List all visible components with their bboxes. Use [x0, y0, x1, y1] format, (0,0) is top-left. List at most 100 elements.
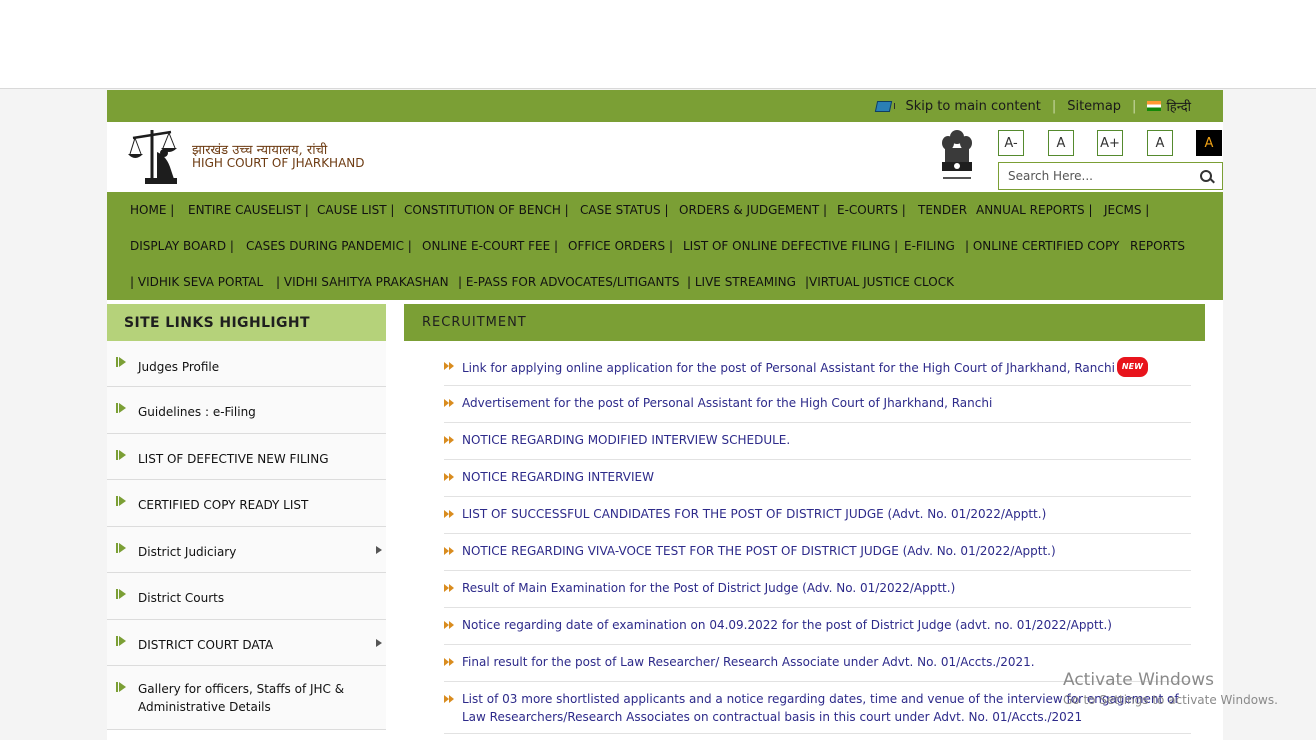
font-size-normal-button[interactable]: A [1048, 130, 1074, 156]
sitemap-link[interactable]: Sitemap [1067, 99, 1121, 114]
recruitment-item[interactable]: NOTICE REGARDING VIVA-VOCE TEST FOR THE … [444, 542, 1191, 571]
hindi-language-link[interactable]: हिन्दी [1166, 97, 1191, 115]
bullet-icon [116, 682, 126, 692]
sidebar-item-defective-new-filing[interactable]: LIST OF DEFECTIVE NEW FILING [107, 434, 386, 480]
screen-reader-icon [874, 99, 896, 113]
recruitment-link[interactable]: Result of Main Examination for the Post … [462, 579, 1187, 597]
double-arrow-icon [444, 399, 454, 407]
double-arrow-icon [444, 695, 454, 703]
site-header: झारखंड उच्च न्यायालय, रांची HIGH COURT O… [107, 122, 1223, 192]
nav-jecms[interactable]: JECMS | [1104, 203, 1149, 217]
recruitment-link[interactable]: Link for applying online application for… [462, 357, 1187, 377]
double-arrow-icon [444, 362, 454, 370]
utility-links: Skip to main content | Sitemap | हिन्दी [874, 97, 1191, 115]
font-size-decrease-button[interactable]: A- [998, 130, 1024, 156]
recruitment-item[interactable]: Notice regarding date of examination on … [444, 616, 1191, 645]
sidebar-item-label: District Courts [138, 591, 225, 605]
double-arrow-icon [444, 658, 454, 666]
new-badge: NEW [1116, 357, 1148, 377]
recruitment-link[interactable]: Notice regarding date of examination on … [462, 616, 1187, 634]
nav-e-pass[interactable]: | E-PASS FOR ADVOCATES/LITIGANTS [458, 275, 679, 289]
recruitment-link[interactable]: NOTICE REGARDING VIVA-VOCE TEST FOR THE … [462, 542, 1187, 560]
sidebar-item-certified-copy-ready[interactable]: CERTIFIED COPY READY LIST [107, 480, 386, 527]
double-arrow-icon [444, 621, 454, 629]
nav-annual-reports[interactable]: ANNUAL REPORTS | [976, 203, 1093, 217]
bullet-icon [116, 543, 126, 553]
recruitment-title: RECRUITMENT [404, 304, 1205, 341]
recruitment-link[interactable]: NOTICE REGARDING MODIFIED INTERVIEW SCHE… [462, 431, 1187, 449]
high-contrast-button[interactable]: A [1196, 130, 1222, 156]
nav-case-status[interactable]: CASE STATUS | [580, 203, 668, 217]
watermark-title: Activate Windows [1063, 670, 1214, 690]
search-input[interactable] [999, 164, 1200, 188]
activate-windows-watermark: Activate Windows Go to Settings to activ… [1063, 670, 1278, 707]
sidebar-item-judges-profile[interactable]: Judges Profile [107, 341, 386, 387]
nav-display-board[interactable]: DISPLAY BOARD | [130, 239, 234, 253]
submenu-arrow-icon[interactable] [376, 546, 382, 554]
recruitment-item[interactable]: Result of Main Examination for the Post … [444, 579, 1191, 608]
nav-vidhik-seva-portal[interactable]: | VIDHIK SEVA PORTAL [130, 275, 263, 289]
nav-vidhi-sahitya-prakashan[interactable]: | VIDHI SAHITYA PRAKASHAN [276, 275, 449, 289]
recruitment-link[interactable]: Final result for the post of Law Researc… [462, 653, 1187, 671]
nav-online-defective-filing[interactable]: LIST OF ONLINE DEFECTIVE FILING | [683, 239, 898, 253]
recruitment-item[interactable]: NOTICE REGARDING INTERVIEW [444, 468, 1191, 497]
nav-office-orders[interactable]: OFFICE ORDERS | [568, 239, 673, 253]
recruitment-item[interactable]: LIST OF SUCCESSFUL CANDIDATES FOR THE PO… [444, 505, 1191, 534]
nav-cause-list[interactable]: CAUSE LIST | [317, 203, 394, 217]
sidebar-item-label: Guidelines : e-Filing [138, 405, 256, 419]
recruitment-item[interactable]: Advertisement for the post of Personal A… [444, 394, 1191, 423]
submenu-arrow-icon[interactable] [376, 639, 382, 647]
recruitment-link[interactable]: NOTICE REGARDING INTERVIEW [462, 468, 1187, 486]
nav-home[interactable]: HOME | [130, 203, 174, 217]
scales-of-justice-logo[interactable] [127, 126, 183, 186]
sidebar-item-district-court-data[interactable]: DISTRICT COURT DATA [107, 620, 386, 666]
india-flag-icon [1147, 101, 1162, 111]
sidebar-item-label: District Judiciary [138, 545, 237, 559]
double-arrow-icon [444, 510, 454, 518]
search-box [998, 162, 1223, 190]
recruitment-item[interactable]: NOTICE REGARDING MODIFIED INTERVIEW SCHE… [444, 431, 1191, 460]
nav-entire-causelist[interactable]: ENTIRE CAUSELIST | [188, 203, 309, 217]
nav-virtual-justice-clock[interactable]: |VIRTUAL JUSTICE CLOCK [805, 275, 954, 289]
skip-to-main-content-link[interactable]: Skip to main content [905, 99, 1040, 114]
nav-live-streaming[interactable]: | LIVE STREAMING [687, 275, 796, 289]
utility-bar: Skip to main content | Sitemap | हिन्दी [107, 90, 1223, 122]
national-emblem-icon [942, 130, 972, 179]
recruitment-link[interactable]: LIST OF SUCCESSFUL CANDIDATES FOR THE PO… [462, 505, 1187, 523]
recruitment-link[interactable]: Advertisement for the post of Personal A… [462, 394, 1187, 412]
court-title-english: HIGH COURT OF JHARKHAND [192, 156, 365, 170]
double-arrow-icon [444, 436, 454, 444]
site-container: Skip to main content | Sitemap | हिन्दी … [107, 90, 1223, 740]
nav-e-filing[interactable]: E-FILING [904, 239, 955, 253]
sidebar-item-district-judiciary[interactable]: District Judiciary [107, 527, 386, 573]
normal-contrast-button[interactable]: A [1147, 130, 1173, 156]
bullet-icon [116, 589, 126, 599]
nav-tender[interactable]: TENDER [918, 203, 967, 217]
font-size-increase-button[interactable]: A+ [1097, 130, 1123, 156]
main-navigation: HOME | ENTIRE CAUSELIST | CAUSE LIST | C… [107, 192, 1223, 300]
nav-reports[interactable]: REPORTS [1130, 239, 1185, 253]
nav-orders-judgement[interactable]: ORDERS & JUDGEMENT | [679, 203, 827, 217]
nav-e-courts[interactable]: E-COURTS | [837, 203, 906, 217]
bullet-icon [116, 450, 126, 460]
double-arrow-icon [444, 547, 454, 555]
sidebar-item-district-courts[interactable]: District Courts [107, 573, 386, 620]
watermark-subtitle: Go to Settings to activate Windows. [1063, 693, 1278, 707]
double-arrow-icon [444, 473, 454, 481]
sidebar-title: SITE LINKS HIGHLIGHT [107, 304, 386, 341]
sidebar-item-gallery[interactable]: Gallery for officers, Staffs of JHC & Ad… [107, 666, 386, 730]
sidebar-item-label: LIST OF DEFECTIVE NEW FILING [138, 452, 329, 466]
bullet-icon [116, 403, 126, 413]
search-icon[interactable] [1200, 170, 1212, 182]
separator: | [1132, 98, 1137, 114]
blank-top-area [0, 0, 1316, 89]
nav-online-certified-copy[interactable]: | ONLINE CERTIFIED COPY [965, 239, 1119, 253]
nav-constitution-of-bench[interactable]: CONSTITUTION OF BENCH | [404, 203, 569, 217]
recruitment-item[interactable]: Link for applying online application for… [444, 357, 1191, 386]
nav-online-e-court-fee[interactable]: ONLINE E-COURT FEE | [422, 239, 558, 253]
sidebar-item-label: Gallery for officers, Staffs of JHC & Ad… [138, 682, 345, 714]
nav-cases-during-pandemic[interactable]: CASES DURING PANDEMIC | [246, 239, 412, 253]
sidebar-item-guidelines-efiling[interactable]: Guidelines : e-Filing [107, 387, 386, 434]
site-links-sidebar: SITE LINKS HIGHLIGHT Judges Profile Guid… [107, 304, 386, 740]
sidebar-item-label: CERTIFIED COPY READY LIST [138, 498, 309, 512]
